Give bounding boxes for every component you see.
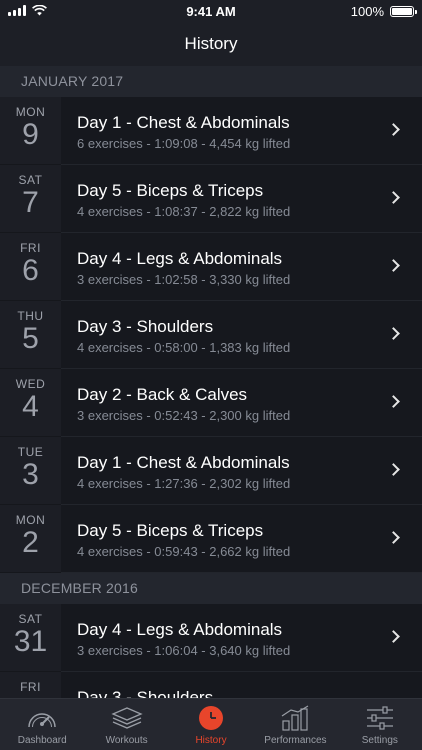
sliders-icon	[366, 706, 393, 730]
workout-row[interactable]: TUE 3 Day 1 - Chest & Abdominals 4 exercise…	[0, 437, 422, 505]
weekday-label: FRI	[20, 680, 41, 694]
day-number: 6	[22, 254, 39, 287]
date-column: FRI 6	[0, 233, 61, 301]
workout-title: Day 5 - Biceps & Triceps	[77, 181, 264, 200]
workout-row[interactable]: FRI30 Day 3 - Shoulders	[0, 672, 422, 698]
weekday-label: SAT	[18, 173, 43, 187]
day-number: 5	[22, 322, 39, 355]
workout-summary: 3 exercises - 0:52:43 - 2,300 kg lifted	[77, 408, 291, 423]
date-column: WED 4	[0, 369, 61, 437]
workout-content: Day 1 - Chest & Abdominals 6 exercises - …	[61, 97, 422, 165]
gauge-icon	[28, 713, 56, 728]
date-column: TUE 3	[0, 437, 61, 505]
tab-history[interactable]: History	[169, 699, 253, 750]
day-number: 9	[22, 118, 39, 151]
tab-label: Performances	[264, 735, 327, 746]
clock-icon	[199, 706, 224, 730]
date-column: SAT 7	[0, 165, 61, 233]
date-column: SAT 31	[0, 604, 61, 672]
weekday-label: FRI	[20, 241, 41, 255]
workout-row[interactable]: SAT 7 Day 5 - Biceps & Triceps 4 exercises …	[0, 165, 422, 233]
weekday-label: TUE	[17, 445, 44, 459]
weekday-label: THU	[17, 309, 44, 323]
tab-label: History	[195, 735, 227, 746]
workout-summary: 4 exercises - 1:27:36 - 2,302 kg lifted	[77, 476, 291, 491]
workout-title: Day 5 - Biceps & Triceps	[77, 521, 264, 540]
page-title: History	[184, 34, 238, 53]
workout-row[interactable]: THU 5 Day 3 - Shoulders 4 exercises - 0:58:…	[0, 301, 422, 369]
workout-summary: 6 exercises - 1:09:08 - 4,454 kg lifted	[77, 136, 291, 151]
workout-title: Day 3 - Shoulders	[77, 688, 214, 698]
weekday-label: MON	[15, 105, 46, 119]
workout-content: Day 1 - Chest & Abdominals 4 exercises - …	[61, 437, 422, 505]
workout-content: Day 3 - Shoulders	[61, 672, 422, 698]
tab-performances[interactable]: Performances	[253, 699, 337, 750]
workout-summary: 3 exercises - 1:02:58 - 3,330 kg lifted	[77, 272, 291, 287]
workout-row[interactable]: MON 9 Day 1 - Chest & Abdominals 6 exercise…	[0, 97, 422, 165]
day-number: 2	[22, 526, 39, 559]
battery-icon	[390, 6, 417, 17]
tab-workouts[interactable]: Workouts	[84, 699, 168, 750]
workout-title: Day 4 - Legs & Abdominals	[77, 249, 283, 268]
workout-row[interactable]: MON 2 Day 5 - Biceps & Triceps 4 exercises …	[0, 505, 422, 573]
tab-label: Workouts	[105, 735, 148, 746]
date-column: MON 9	[0, 97, 61, 165]
status-right: 100%	[350, 4, 417, 19]
workout-title: Day 2 - Back & Calves	[77, 385, 248, 404]
workout-content: Day 3 - Shoulders 4 exercises - 0:58:00 -…	[61, 301, 422, 369]
workout-content: Day 5 - Biceps & Triceps 4 exercises - 0:…	[61, 505, 422, 573]
workout-summary: 3 exercises - 1:06:04 - 3,640 kg lifted	[77, 643, 291, 658]
section-header: JANUARY 2017	[0, 66, 422, 97]
workout-title: Day 1 - Chest & Abdominals	[77, 453, 290, 472]
weekday-label: MON	[15, 513, 46, 527]
workout-summary: 4 exercises - 0:58:00 - 1,383 kg lifted	[77, 340, 291, 355]
workout-content: Day 4 - Legs & Abdominals 3 exercises - 1…	[61, 233, 422, 301]
weekday-label: SAT	[18, 612, 43, 626]
tab-settings[interactable]: Settings	[338, 699, 422, 750]
status-bar: 9:41 AM 100%	[0, 0, 422, 24]
tab-label: Settings	[361, 735, 398, 746]
workout-row[interactable]: WED 4 Day 2 - Back & Calves 3 exercises - 0…	[0, 369, 422, 437]
workout-row[interactable]: FRI 6 Day 4 - Legs & Abdominals 3 exercises…	[0, 233, 422, 301]
date-column: FRI30	[0, 672, 61, 698]
day-number: 7	[22, 186, 39, 219]
navigation-bar: History	[0, 24, 422, 66]
battery-percent: 100%	[350, 4, 384, 19]
workout-content: Day 5 - Biceps & Triceps 4 exercises - 1:…	[61, 165, 422, 233]
layers-icon	[110, 707, 143, 729]
workout-title: Day 3 - Shoulders	[77, 317, 214, 336]
tab-dashboard[interactable]: Dashboard	[0, 699, 84, 750]
section-header: DECEMBER 2016	[0, 573, 422, 604]
bar-chart-icon	[282, 705, 309, 731]
workout-summary: 4 exercises - 0:59:43 - 2,662 kg lifted	[77, 544, 291, 559]
date-column: THU 5	[0, 301, 61, 369]
workout-content: Day 4 - Legs & Abdominals 3 exercises - 1…	[61, 604, 422, 672]
day-number: 4	[22, 390, 39, 423]
tab-label: Dashboard	[17, 735, 67, 746]
date-column: MON 2	[0, 505, 61, 573]
workout-row[interactable]: SAT 31 Day 4 - Legs & Abdominals 3 exercise…	[0, 604, 422, 672]
workout-content: Day 2 - Back & Calves 3 exercises - 0:52:…	[61, 369, 422, 437]
day-number: 3	[22, 458, 39, 491]
day-number: 31	[13, 625, 48, 658]
history-list[interactable]: JANUARY 2017 MON 9 Day 1 - Chest & Abdomina…	[0, 66, 422, 698]
workout-title: Day 4 - Legs & Abdominals	[77, 620, 283, 639]
workout-title: Day 1 - Chest & Abdominals	[77, 113, 290, 132]
tab-bar: Dashboard Workouts History Performances	[0, 698, 422, 750]
workout-summary: 4 exercises - 1:08:37 - 2,822 kg lifted	[77, 204, 291, 219]
weekday-label: WED	[15, 377, 46, 391]
